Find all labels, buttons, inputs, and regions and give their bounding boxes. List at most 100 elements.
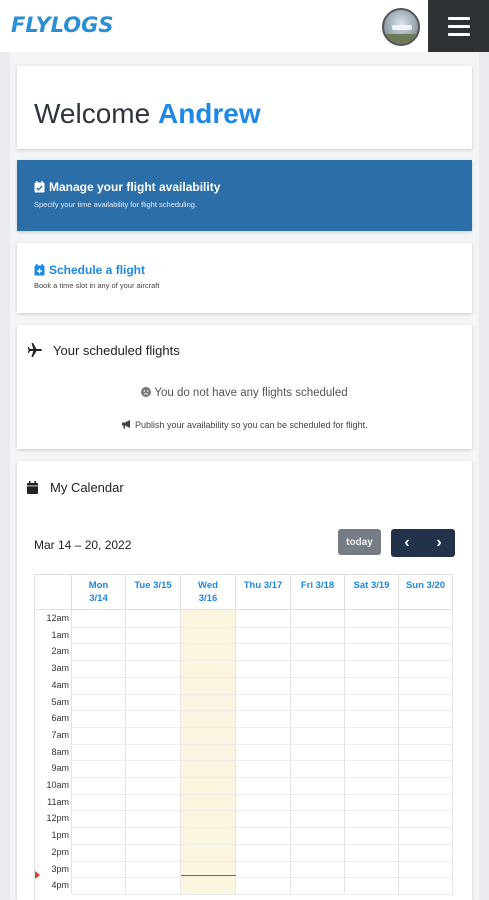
time-slot-label: 7am bbox=[51, 729, 69, 740]
day-header[interactable]: Sun 3/20 bbox=[399, 574, 453, 610]
schedule-flight-card[interactable]: Schedule a flight Book a time slot in an… bbox=[17, 243, 472, 313]
time-slot-label: 2pm bbox=[51, 846, 69, 857]
schedule-flight-title: Schedule a flight bbox=[34, 263, 145, 277]
calendar-plus-icon bbox=[34, 264, 45, 276]
day-header-label: Sun 3/20 bbox=[405, 580, 446, 591]
scheduled-flights-header: Your scheduled flights bbox=[27, 342, 180, 358]
menu-bar-3 bbox=[447, 32, 470, 36]
day-header[interactable]: Thu 3/17 bbox=[236, 574, 291, 610]
welcome-greeting: Welcome bbox=[34, 98, 151, 129]
day-header-label: Sat 3/19 bbox=[353, 580, 390, 591]
grid-row-line bbox=[72, 893, 453, 895]
grid-row-line bbox=[72, 777, 453, 778]
time-slot-label: 12pm bbox=[46, 813, 69, 824]
publish-availability-hint: Publish your availability so you can be … bbox=[17, 419, 472, 430]
grid-row-line bbox=[72, 726, 453, 728]
avatar-plane bbox=[392, 25, 412, 30]
day-header-date: 3/16 bbox=[198, 593, 218, 604]
calendar-prev-button[interactable]: ‹ bbox=[391, 529, 423, 557]
scheduled-flights-title: Your scheduled flights bbox=[53, 342, 180, 358]
time-slot-label: 1pm bbox=[51, 830, 69, 841]
time-slot-label: 11am bbox=[47, 796, 69, 807]
time-slot-label: 10am bbox=[46, 780, 69, 790]
avatar-ground bbox=[384, 34, 418, 44]
grid-row-line bbox=[72, 660, 453, 662]
publish-availability-text: Publish your availability so you can be … bbox=[134, 420, 368, 430]
plane-icon bbox=[27, 343, 42, 357]
grid-row-line bbox=[72, 860, 453, 862]
no-flights-message: You do not have any flights scheduled bbox=[17, 387, 472, 399]
schedule-flight-subtitle: Book a time slot in any of your aircraft bbox=[34, 281, 160, 290]
time-slot-label: 9am bbox=[51, 763, 69, 774]
today-column-highlight bbox=[181, 610, 236, 894]
calendar-date-range: Mar 14 – 20, 2022 bbox=[34, 538, 132, 552]
grid-row-line bbox=[72, 843, 453, 845]
grid-row-line bbox=[72, 877, 453, 879]
flylogs-logo[interactable]: FLYLOGS bbox=[11, 13, 114, 37]
welcome-heading: Welcome Andrew bbox=[34, 98, 261, 130]
manage-availability-card[interactable]: Manage your flight availability Specify … bbox=[17, 160, 472, 231]
current-time-arrow bbox=[35, 870, 40, 879]
calendar-nav-group: ‹ › bbox=[391, 529, 455, 557]
manage-availability-label: Manage your flight availability bbox=[49, 180, 221, 194]
time-slot-label: 6am bbox=[51, 713, 69, 724]
day-header[interactable]: Fri 3/18 bbox=[291, 574, 345, 610]
grid-row-line bbox=[72, 693, 453, 695]
user-avatar[interactable] bbox=[382, 8, 420, 46]
calendar-icon bbox=[27, 481, 38, 494]
grid-column-line bbox=[290, 610, 291, 894]
grid-row-line bbox=[72, 760, 453, 762]
grid-row-line bbox=[72, 743, 453, 745]
day-header-label: Fri 3/18 bbox=[300, 580, 335, 591]
time-slot-label: 3pm bbox=[51, 863, 69, 874]
my-calendar-card: My Calendar Mar 14 – 20, 2022 today ‹ › … bbox=[17, 461, 472, 900]
time-gutter-header bbox=[35, 574, 72, 610]
grid-row-line bbox=[72, 626, 453, 628]
time-slot-label: 5am bbox=[51, 696, 69, 707]
time-slot-label: 8am bbox=[51, 746, 69, 757]
day-header[interactable]: Sat 3/19 bbox=[345, 574, 399, 610]
calendar-today-button[interactable]: today bbox=[338, 529, 381, 555]
day-header-label: Wed bbox=[198, 580, 218, 591]
grid-column-line bbox=[235, 610, 236, 894]
grid-column-line bbox=[344, 610, 345, 894]
calendar-next-button[interactable]: › bbox=[423, 529, 455, 557]
time-slot-label: 4pm bbox=[51, 880, 69, 891]
menu-bar-2 bbox=[447, 24, 470, 28]
grid-column-line bbox=[71, 610, 72, 894]
grid-column-line bbox=[452, 610, 453, 894]
day-header[interactable]: Mon 3/14 bbox=[72, 574, 126, 610]
grid-column-line bbox=[180, 610, 181, 894]
grid-column-line bbox=[398, 610, 399, 894]
grid-row-line bbox=[72, 827, 453, 829]
current-time-line bbox=[181, 874, 236, 876]
day-header[interactable]: Wed 3/16 bbox=[181, 574, 236, 610]
manage-availability-subtitle: Specify your time availability for fligh… bbox=[34, 200, 197, 209]
grid-row-line bbox=[72, 643, 453, 645]
time-slot-label: 2am bbox=[51, 646, 69, 657]
time-slot-label: 3am bbox=[51, 663, 69, 674]
day-header-label: Tue 3/15 bbox=[134, 580, 172, 591]
grid-column-line bbox=[125, 610, 126, 894]
day-header-label: Mon bbox=[88, 580, 109, 591]
day-header[interactable]: Tue 3/15 bbox=[126, 574, 181, 610]
manage-availability-title: Manage your flight availability bbox=[34, 180, 220, 194]
day-header-date: 3/14 bbox=[89, 593, 108, 604]
calendar-check-icon bbox=[34, 181, 45, 193]
grid-row-line bbox=[72, 710, 453, 712]
megaphone-icon bbox=[122, 420, 131, 429]
time-slot-label: 12am bbox=[46, 613, 69, 623]
top-bar: FLYLOGS bbox=[0, 0, 489, 52]
frown-icon bbox=[141, 387, 152, 397]
grid-row-line bbox=[72, 810, 453, 812]
menu-bar-1 bbox=[447, 16, 470, 20]
my-calendar-header: My Calendar bbox=[27, 480, 124, 495]
calendar-week-grid[interactable]: Mon 3/14 Tue 3/15 Wed 3/16 Thu 3/17 Fri 3/18 Sa… bbox=[34, 574, 454, 900]
grid-row-line bbox=[72, 676, 453, 678]
hamburger-menu-icon[interactable] bbox=[428, 0, 489, 52]
welcome-card: Welcome Andrew bbox=[17, 66, 472, 149]
time-slot-label: 4am bbox=[51, 679, 69, 690]
scheduled-flights-card: Your scheduled flights You do not have a… bbox=[17, 325, 472, 449]
schedule-flight-label: Schedule a flight bbox=[49, 263, 146, 277]
time-slot-label: 1am bbox=[51, 629, 69, 640]
